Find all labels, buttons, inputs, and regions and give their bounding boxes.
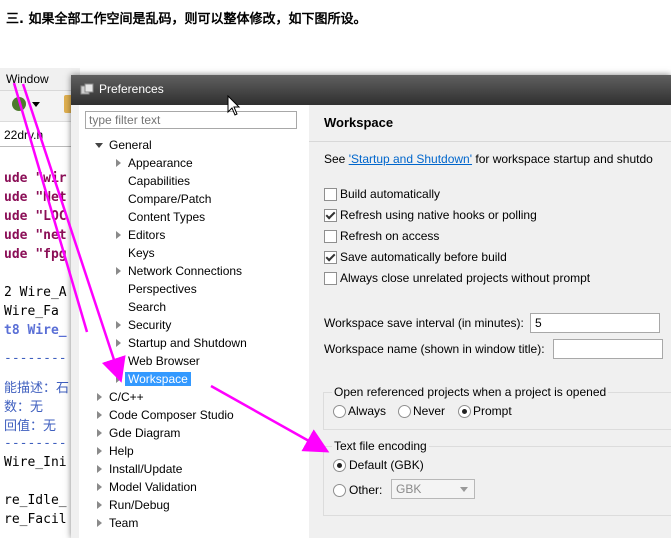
arrow-window-to-general	[12, 82, 89, 333]
annotation-arrows	[12, 82, 330, 453]
arrow-workspace-to-encoding	[210, 384, 330, 453]
arrow-window-to-workspace	[21, 83, 126, 383]
